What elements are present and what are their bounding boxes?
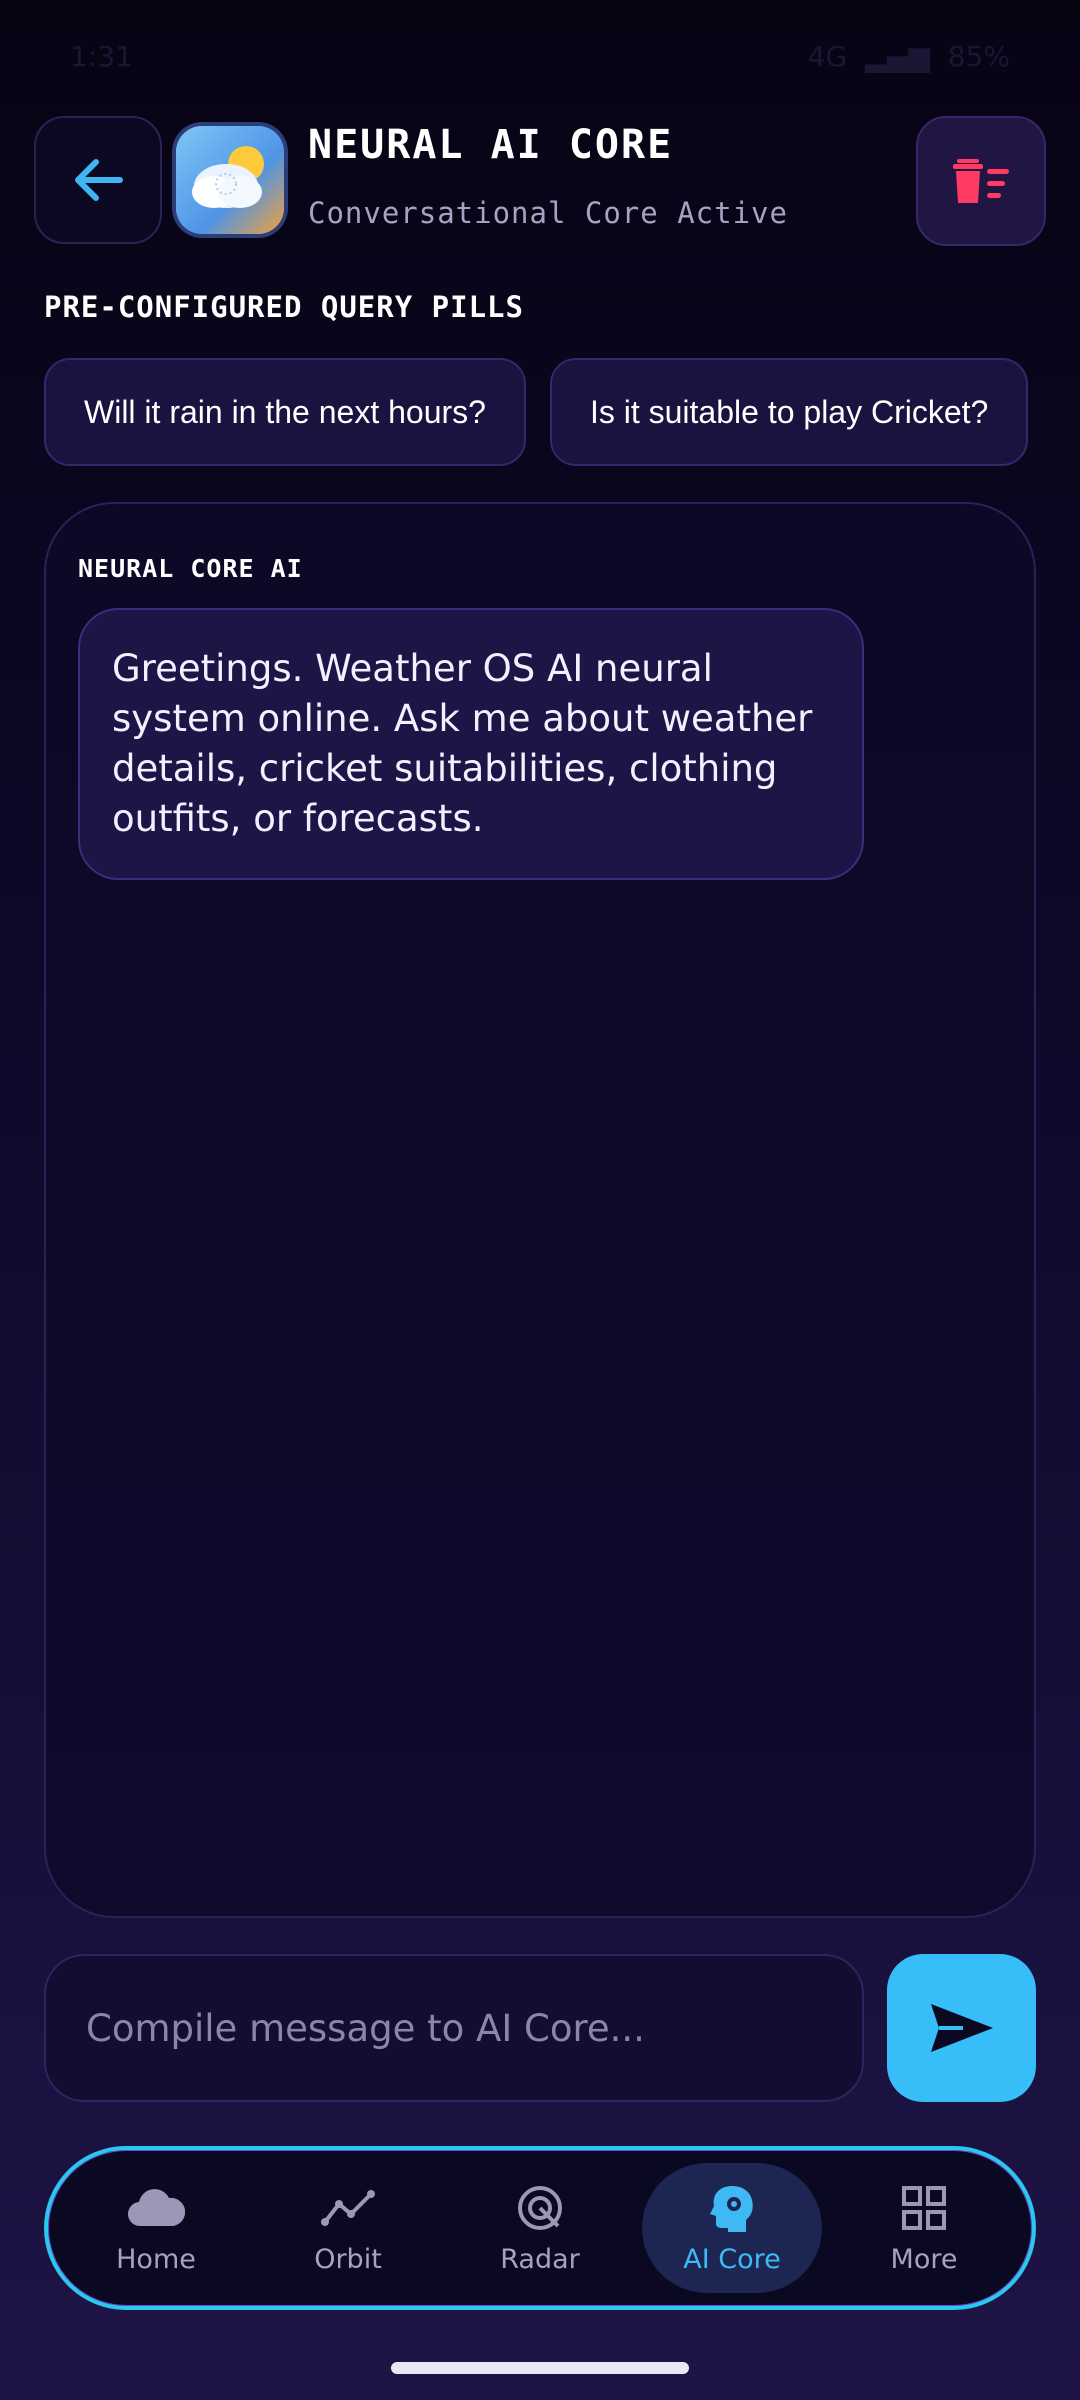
bottom-nav: Home Orbit Radar AI Core More — [44, 2146, 1036, 2310]
line-chart-icon — [318, 2182, 378, 2234]
query-pill-cricket[interactable]: Is it suitable to play Cricket? — [549, 358, 1029, 466]
page-title: NEURAL AI CORE — [308, 122, 674, 168]
nav-home-label: Home — [116, 2243, 196, 2275]
nav-ai-core-label: AI Core — [683, 2243, 781, 2275]
clear-chat-button[interactable] — [916, 116, 1046, 246]
weather-cloud-sun-icon — [176, 126, 284, 234]
send-button[interactable] — [887, 1954, 1036, 2102]
nav-radar[interactable]: Radar — [450, 2163, 630, 2293]
nav-orbit-label: Orbit — [314, 2243, 382, 2275]
brain-icon — [702, 2182, 762, 2234]
cloud-icon — [126, 2182, 186, 2234]
trash-icon — [953, 159, 1009, 203]
app-logo — [176, 126, 284, 234]
ai-message-bubble: Greetings. Weather OS AI neural system o… — [78, 608, 864, 880]
nav-radar-label: Radar — [500, 2243, 580, 2275]
query-pills-row: Will it rain in the next hours? Is it su… — [44, 358, 1036, 470]
status-bar: 1:31 4G ▂▄▆ 85% — [0, 0, 1080, 110]
back-button[interactable] — [34, 116, 162, 244]
query-pills-heading: PRE-CONFIGURED QUERY PILLS — [44, 290, 524, 324]
nav-home[interactable]: Home — [66, 2163, 246, 2293]
nav-more[interactable]: More — [834, 2163, 1014, 2293]
status-icons: 4G ▂▄▆ 85% — [808, 40, 1010, 73]
send-icon — [930, 2004, 993, 2052]
status-time: 1:31 — [70, 40, 133, 73]
nav-orbit[interactable]: Orbit — [258, 2163, 438, 2293]
page-subtitle: Conversational Core Active — [308, 196, 788, 230]
nav-more-label: More — [890, 2243, 958, 2275]
nav-ai-core[interactable]: AI Core — [642, 2163, 822, 2293]
arrow-left-icon — [75, 159, 123, 201]
chat-panel: NEURAL CORE AI Greetings. Weather OS AI … — [44, 502, 1036, 1918]
battery-label: 85% — [947, 40, 1010, 73]
signal-icon: ▂▄▆ — [865, 40, 930, 73]
message-sender: NEURAL CORE AI — [78, 554, 303, 583]
radar-icon — [510, 2182, 570, 2234]
network-label: 4G — [807, 40, 848, 73]
home-indicator[interactable] — [391, 2362, 689, 2374]
grid-icon — [894, 2182, 954, 2234]
query-pill-rain[interactable]: Will it rain in the next hours? — [44, 358, 526, 466]
message-input[interactable] — [44, 1954, 864, 2102]
